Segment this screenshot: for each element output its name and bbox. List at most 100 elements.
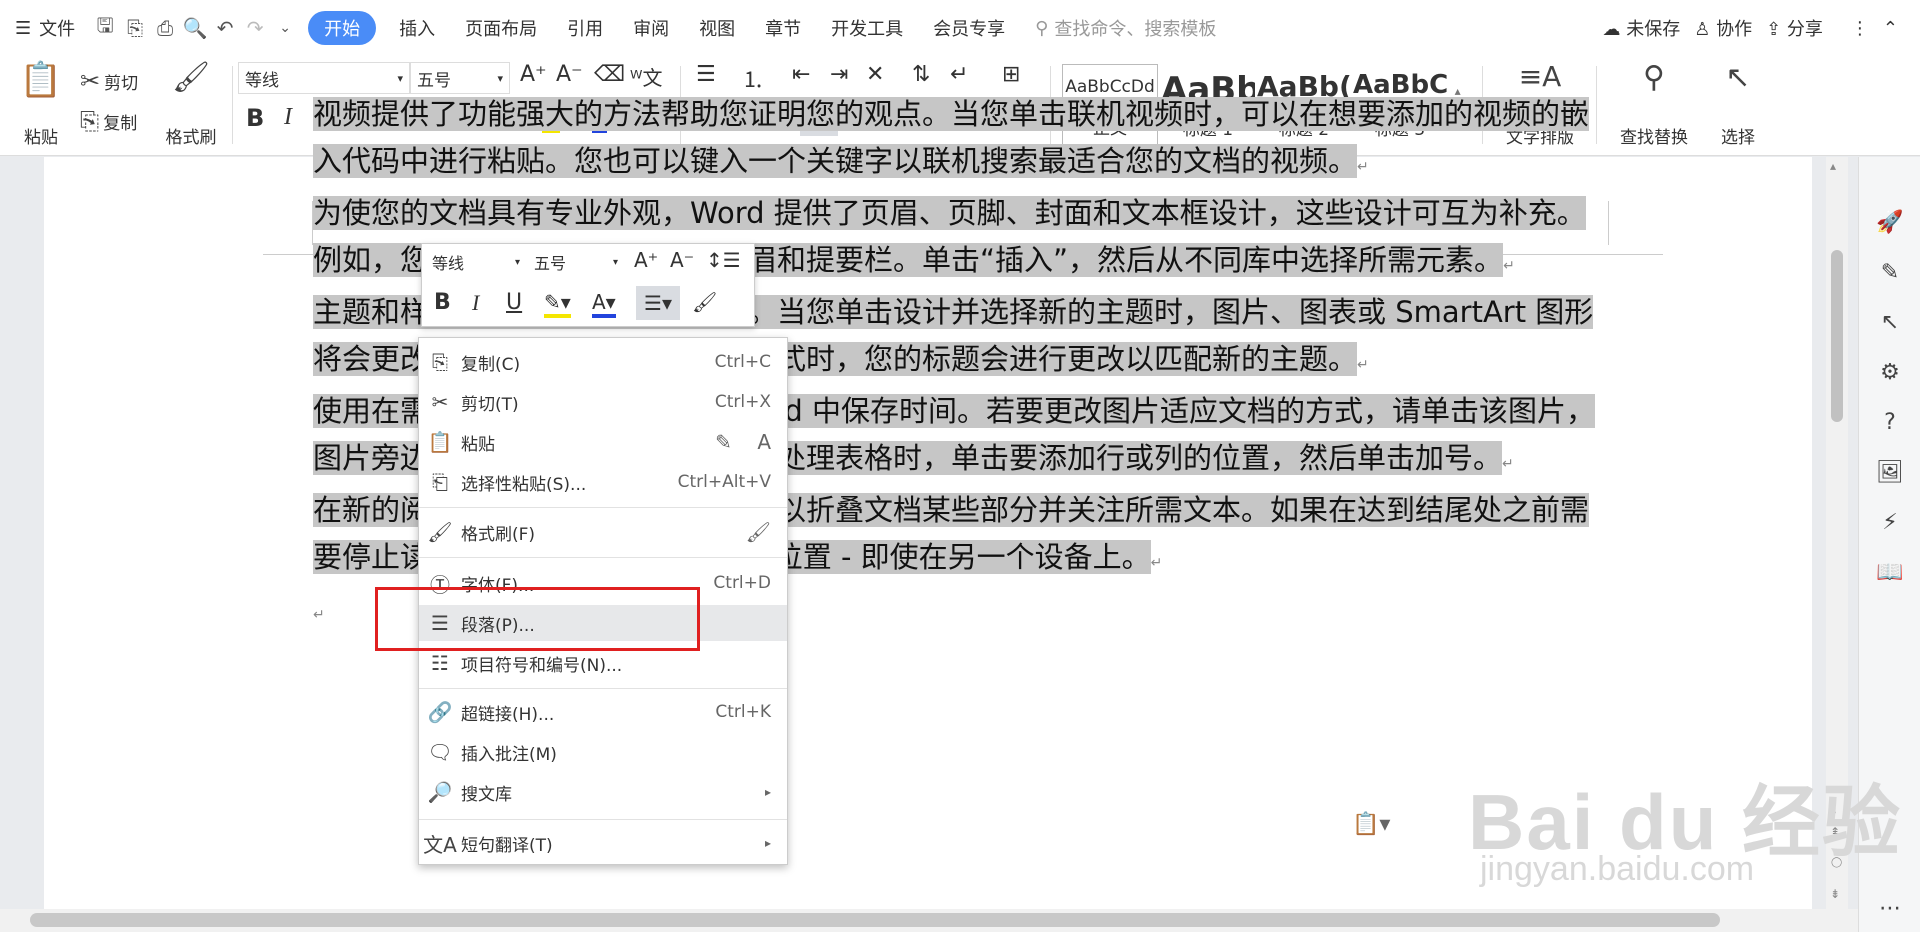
scissors-icon: ✂	[431, 390, 449, 414]
print-preview-icon[interactable]: 🔍	[180, 11, 210, 45]
vertical-scroll-thumb[interactable]	[1831, 250, 1843, 422]
settings-sliders-icon[interactable]: ⚙	[1875, 357, 1905, 387]
highlight-icon[interactable]: ✎▾	[544, 290, 571, 318]
font-name-select[interactable]: 等线 ▾	[238, 62, 410, 94]
command-search[interactable]: ⚲ 查找命令、搜索模板	[1020, 11, 1231, 45]
paragraph-mark-icon: ↵	[1357, 356, 1369, 373]
file-menu[interactable]: ☰ 文件	[0, 11, 90, 45]
pen-icon[interactable]: ✎	[1875, 257, 1905, 287]
sort-icon[interactable]: ⇅	[912, 62, 930, 87]
collab-button[interactable]: ♙ 协作	[1694, 15, 1752, 41]
menu-item-search-library[interactable]: 🔎 搜文库 ▸	[419, 774, 787, 810]
italic-icon[interactable]: I	[472, 290, 479, 316]
copy-button[interactable]: ⎘ 复制	[80, 104, 137, 138]
tab-stops-icon[interactable]: ⊞	[1002, 62, 1020, 87]
cut-button[interactable]: ✂ 剪切	[80, 64, 138, 98]
grow-font-icon[interactable]: A⁺	[634, 248, 658, 272]
shrink-font-icon[interactable]: A⁻	[556, 62, 583, 87]
increase-indent-icon[interactable]: ⇥	[830, 62, 848, 87]
bullets-icon[interactable]: ☰	[696, 62, 716, 87]
paragraph: 视频提供了功能强大的方法帮助您证明您的观点。当您单击联机视频时，可以在想要添加的…	[313, 97, 1590, 178]
save-icon[interactable]: 🖫	[90, 11, 120, 45]
menu-item-copy[interactable]: ⎘ 复制(C) Ctrl+C	[419, 344, 787, 380]
tab-view[interactable]: 视图	[684, 11, 750, 45]
numbering-icon[interactable]: ⒈	[742, 62, 764, 94]
undo-icon[interactable]: ↶	[210, 11, 240, 45]
brush-icon: 🖌	[745, 520, 771, 544]
format-painter-icon[interactable]: 🖌	[692, 290, 717, 314]
tab-chapter[interactable]: 章节	[750, 11, 816, 45]
submenu-arrow-icon: ▸	[764, 836, 771, 850]
menu-item-paste-special[interactable]: ⎗ 选择性粘贴(S)... Ctrl+Alt+V	[419, 464, 787, 500]
paste-options[interactable]: ✎ A	[715, 430, 787, 454]
menu-item-format-painter[interactable]: 🖌 格式刷(F) 🖌	[419, 514, 787, 550]
paste-icon: 📋	[427, 430, 453, 454]
mini-font-size-select[interactable]: 五号 ▾	[528, 248, 624, 276]
bold-icon[interactable]: B	[434, 290, 451, 315]
customize-icon[interactable]: ⌄	[270, 11, 300, 45]
tab-page-layout[interactable]: 页面布局	[450, 11, 552, 45]
print-icon[interactable]: ⎙	[150, 11, 180, 45]
help-icon[interactable]: ?	[1875, 407, 1905, 437]
more-icon[interactable]: ⋮	[1851, 18, 1869, 39]
paste-special-icon: ⎗	[432, 470, 448, 494]
grow-font-icon[interactable]: A⁺	[520, 62, 547, 87]
paste-options-icon[interactable]: 📋▾	[1352, 812, 1390, 837]
tab-developer[interactable]: 开发工具	[816, 11, 918, 45]
cursor-icon[interactable]: ↖	[1875, 307, 1905, 337]
comment-icon: 🗨	[427, 740, 453, 764]
book-icon[interactable]: 📖	[1875, 557, 1905, 587]
select-button[interactable]: ↖ 选择	[1708, 60, 1768, 148]
more-icon[interactable]: ⋯	[1875, 893, 1905, 923]
tab-start[interactable]: 开始	[308, 11, 377, 45]
redo-icon[interactable]: ↷	[240, 11, 270, 45]
menu-item-paste[interactable]: 📋 粘贴 ✎ A	[419, 424, 787, 460]
copy-icon: ⎘	[432, 350, 448, 374]
menu-item-cut[interactable]: ✂ 剪切(T) Ctrl+X	[419, 384, 787, 420]
italic-icon[interactable]: I	[284, 104, 292, 131]
menu-separator	[419, 819, 787, 820]
tab-review[interactable]: 审阅	[618, 11, 684, 45]
shrink-font-icon[interactable]: A⁻	[670, 248, 694, 272]
paragraph-mark-icon: ↵	[1502, 455, 1514, 472]
menu-item-hyperlink[interactable]: 🔗 超链接(H)... Ctrl+K	[419, 694, 787, 730]
font-color-icon[interactable]: A▾	[592, 290, 616, 318]
clear-format-icon[interactable]: ⌫	[594, 62, 625, 87]
unsaved-status[interactable]: ☁ 未保存	[1603, 15, 1681, 41]
next-page-icon[interactable]: ⇟	[1830, 887, 1840, 901]
magnifier-icon: ⚲	[1643, 60, 1665, 95]
tab-references[interactable]: 引用	[552, 11, 618, 45]
align-icon[interactable]: ☰▾	[636, 286, 680, 320]
tab-insert[interactable]: 插入	[384, 11, 450, 45]
tab-member[interactable]: 会员专享	[918, 11, 1020, 45]
bullets-icon: ☷	[431, 651, 449, 675]
image-edit-icon[interactable]: 🖼	[1875, 457, 1905, 487]
menu-item-translate[interactable]: 文A 短句翻译(T) ▸	[419, 825, 787, 861]
mini-font-name-select[interactable]: 等线 ▾	[426, 248, 526, 276]
font-size-select[interactable]: 五号 ▾	[410, 62, 510, 94]
menu-separator	[419, 557, 787, 558]
paste-button[interactable]: 📋 粘贴	[14, 60, 68, 148]
show-marks-icon[interactable]: ↵	[950, 62, 968, 87]
menu-item-insert-comment[interactable]: 🗨 插入批注(M)	[419, 734, 787, 770]
rocket-icon[interactable]: 🚀	[1875, 207, 1905, 237]
phonetic-icon[interactable]: ᵂ文	[630, 62, 662, 91]
chinese-layout-icon[interactable]: ✕	[866, 62, 884, 87]
decrease-indent-icon[interactable]: ⇤	[792, 62, 810, 87]
clipboard-icon: 📋	[19, 60, 63, 100]
find-replace-button[interactable]: ⚲ 查找替换	[1608, 60, 1700, 148]
brush-icon: 🖌	[171, 60, 211, 95]
line-spacing-icon[interactable]: ↕☰	[706, 248, 741, 272]
export-icon[interactable]: ⎘	[120, 11, 150, 45]
format-painter-button[interactable]: 🖌 格式刷	[160, 60, 222, 148]
scroll-up-icon[interactable]: ▴	[1830, 159, 1836, 173]
minimize-ribbon-icon[interactable]: ⌃	[1883, 18, 1898, 39]
horizontal-scroll-thumb[interactable]	[30, 913, 1720, 927]
underline-icon[interactable]: U	[506, 290, 522, 315]
paragraph-mark-icon: ↵	[1503, 257, 1515, 274]
format-painter-icon: 🖌	[427, 520, 453, 544]
share-button[interactable]: ⇪ 分享	[1766, 15, 1823, 41]
menubar: ☰ 文件 🖫 ⎘ ⎙ 🔍 ↶ ↷ ⌄ 开始 插入 页面布局 引用 审阅 视图 章节…	[0, 0, 1920, 56]
bold-icon[interactable]: B	[246, 104, 264, 132]
lightning-icon[interactable]: ⚡	[1875, 507, 1905, 537]
